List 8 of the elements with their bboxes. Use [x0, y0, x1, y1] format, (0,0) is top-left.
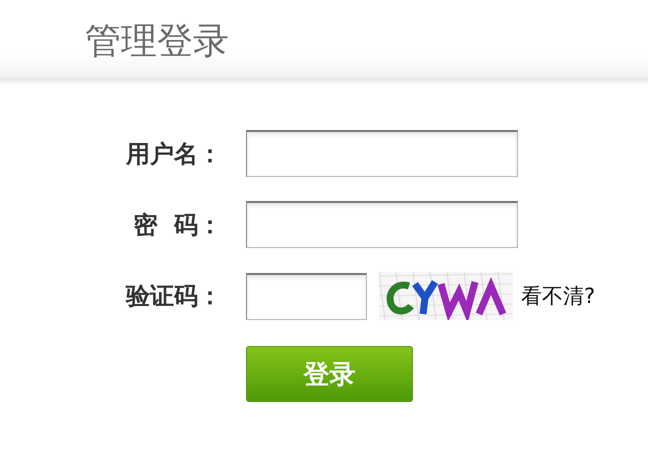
- page-title: 管理登录: [85, 20, 229, 64]
- password-field[interactable]: [246, 201, 518, 248]
- captcha-field[interactable]: [246, 272, 367, 320]
- field-label: 验证码：: [126, 281, 222, 312]
- field-label: 用户名：: [126, 138, 222, 170]
- field-label: 密 码：: [133, 210, 222, 240]
- username-field[interactable]: [246, 130, 518, 177]
- refresh-captcha-link[interactable]: 看不清?: [521, 282, 596, 310]
